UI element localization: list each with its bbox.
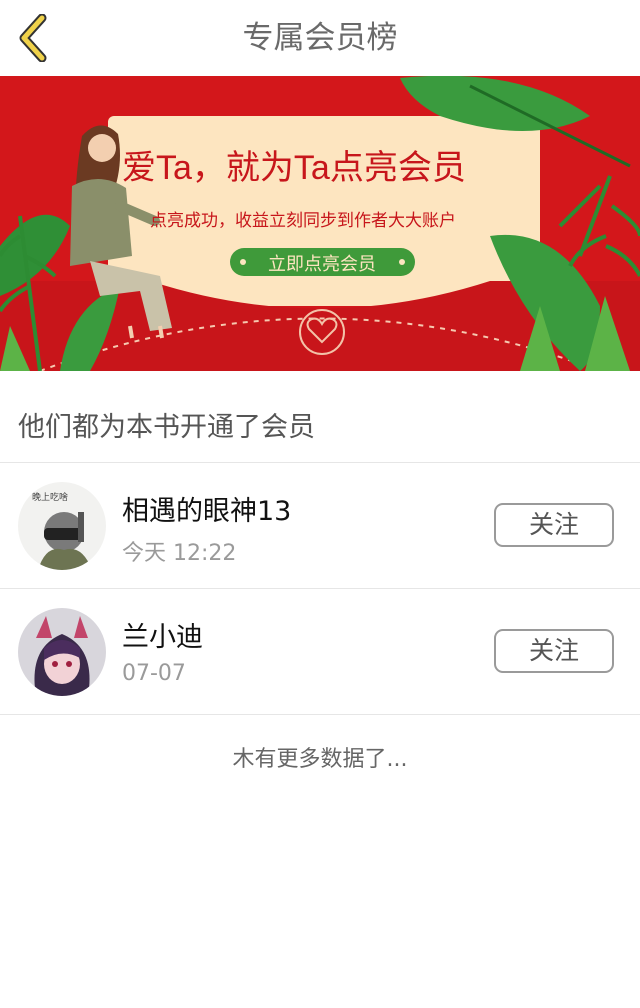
membership-banner[interactable]: 爱Ta，就为Ta点亮会员 点亮成功，收益立刻同步到作者大大账户 立即点亮会员 [0, 76, 640, 371]
avatar[interactable] [18, 608, 106, 696]
member-time: 07-07 [122, 661, 186, 686]
banner-subline: 点亮成功，收益立刻同步到作者大大账户 [150, 211, 456, 230]
section-title: 他们都为本书开通了会员 [0, 371, 640, 463]
member-name: 相遇的眼神13 [122, 496, 292, 527]
svg-text:晚上吃啥: 晚上吃啥 [32, 491, 68, 503]
top-bar: 专属会员榜 [0, 0, 640, 76]
member-time: 今天 12:22 [122, 541, 237, 566]
no-more-data-label: 木有更多数据了... [232, 747, 408, 772]
page-title: 专属会员榜 [242, 20, 398, 56]
follow-button[interactable]: 关注 [494, 629, 614, 673]
follow-button[interactable]: 关注 [494, 503, 614, 547]
avatar[interactable]: 晚上吃啥 [18, 482, 106, 570]
list-item[interactable]: 兰小迪 07-07 关注 [0, 589, 640, 715]
banner-cta-label: 立即点亮会员 [268, 254, 376, 274]
list-item[interactable]: 晚上吃啥 相遇的眼神13 今天 12:22 关注 [0, 463, 640, 589]
banner-headline: 爱Ta，就为Ta点亮会员 [122, 149, 466, 187]
member-name: 兰小迪 [122, 622, 203, 653]
